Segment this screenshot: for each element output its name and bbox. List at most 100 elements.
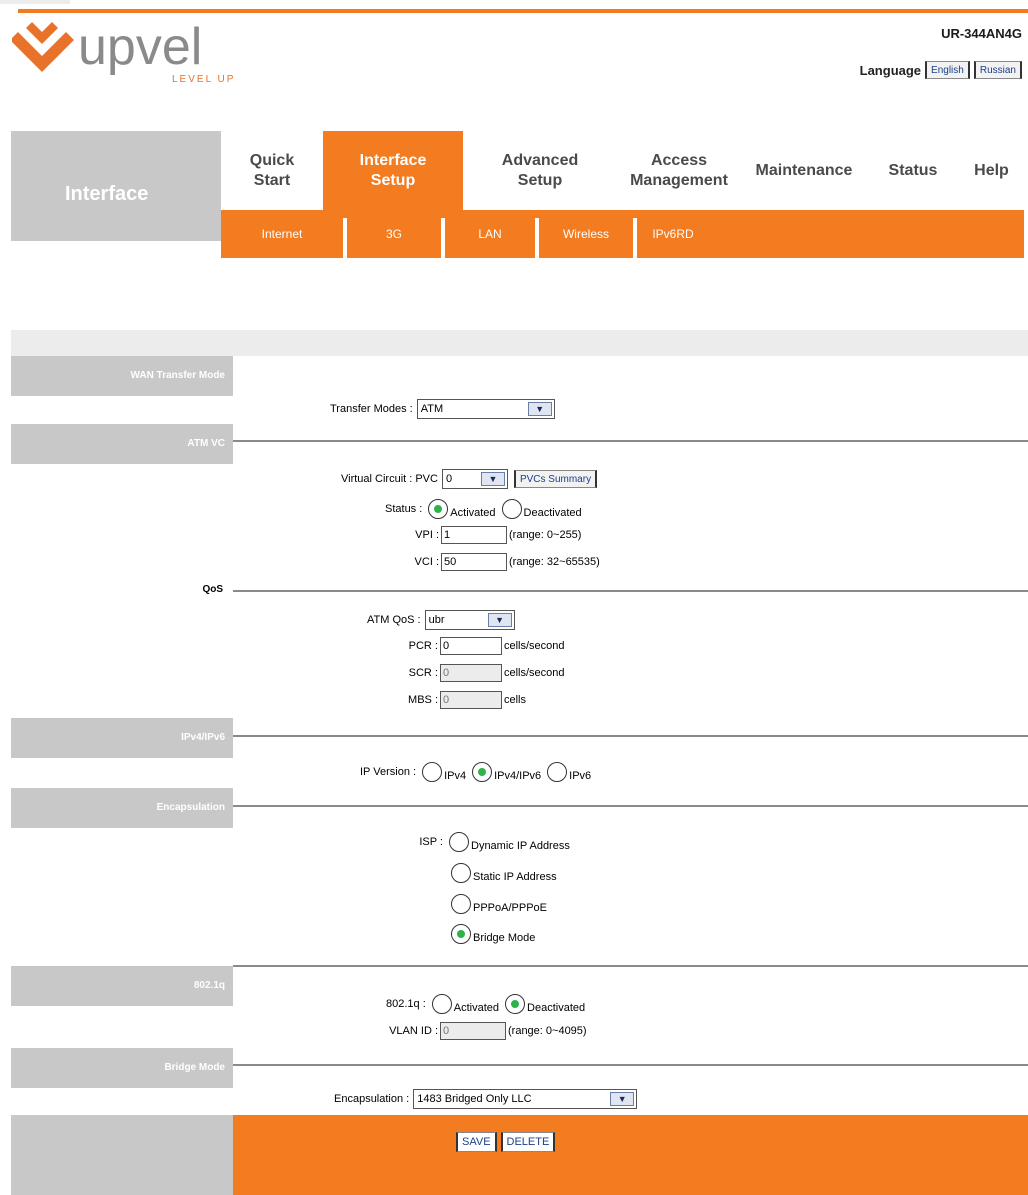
nav-status[interactable]: Status [871,131,955,210]
nav-label-line2: Setup [517,171,563,189]
status-activated-label: Activated [450,507,496,519]
dot1q-activated-label: Activated [453,1002,500,1014]
nav-label-line2: Setup [370,171,416,189]
ip-version-ipv6-label: IPv6 [569,770,592,782]
status-label: Status : [385,503,423,515]
subnav-internet[interactable]: Internet [221,210,343,258]
vpi-hint: (range: 0~255) [509,529,582,541]
scr-unit: cells/second [504,667,565,679]
isp-pppoe-label: PPPoA/PPPoE [473,902,547,914]
pcr-label: PCR : [408,640,438,652]
transfer-mode-label: Transfer Modes : [330,403,413,415]
chevron-down-icon: ▼ [610,1092,635,1106]
nav-label-line1: Help [974,161,1009,179]
encapsulation-label: Encapsulation : [334,1093,410,1105]
vlan-id-input[interactable]: 0 [440,1022,506,1040]
virtual-circuit-select[interactable]: 0 ▼ [441,469,508,489]
ip-version-ipv6-radio[interactable] [547,762,568,782]
isp-row-bridge: Bridge Mode [449,924,535,944]
content-top-bar [11,330,1028,356]
mbs-unit: cells [504,694,527,706]
isp-bridge-radio[interactable] [451,924,471,944]
nav-access-management[interactable]: Access Management [617,131,741,210]
nav-advanced-setup[interactable]: Advanced Setup [463,131,617,210]
chevron-down-icon: ▼ [527,402,552,416]
divider [233,1064,1028,1066]
save-button[interactable]: SAVE [456,1132,497,1152]
nav-interface-setup[interactable]: Interface Setup [323,131,463,210]
vlan-id-row: VLAN ID : 0 (range: 0~4095) [370,1022,587,1040]
subnav-3g[interactable]: 3G [347,210,441,258]
transfer-mode-value: ATM [420,403,444,415]
vci-row: VCI : 50 (range: 32~65535) [399,553,600,571]
section-title: Interface [65,183,149,205]
subnav-lan[interactable]: LAN [445,210,535,258]
nav-label-line1: Interface [359,151,427,169]
dot1q-deactivated-label: Deactivated [527,1002,586,1014]
section-label-atm-vc: ATM VC [187,438,225,449]
scr-label: SCR : [408,667,438,679]
subnav-wireless[interactable]: Wireless [539,210,633,258]
divider [233,440,1028,442]
dot1q-label: 802.1q : [386,998,426,1010]
dot1q-row: 802.1q : Activated Deactivated [386,994,585,1014]
scr-input[interactable]: 0 [440,664,502,682]
top-bar-line [18,9,1028,13]
vpi-label: VPI : [415,529,439,541]
language-russian-button[interactable]: Russian [973,61,1022,79]
model-name: UR-344AN4G [941,26,1022,41]
pcr-input[interactable]: 0 [440,637,502,655]
logo-tagline: LEVEL UP [172,74,235,85]
nav-maintenance[interactable]: Maintenance [737,131,871,210]
atm-qos-label: ATM QoS : [367,614,421,626]
nav-label-line1: Access [650,151,708,169]
status-activated-radio[interactable] [428,499,449,519]
virtual-circuit-row: Virtual Circuit : PVC 0 ▼ PVCs Summary [341,469,598,489]
nav-quick-start[interactable]: Quick Start [221,131,323,210]
vci-input[interactable]: 50 [441,553,507,571]
chevron-down-icon: ▼ [480,472,505,486]
atm-qos-value: ubr [428,614,445,626]
isp-label: ISP : [419,836,443,848]
ip-version-ipv4-radio[interactable] [422,762,443,782]
language-label: Language [859,62,922,78]
vpi-input[interactable]: 1 [441,526,507,544]
section-label-ip: IPv4/IPv6 [181,732,225,743]
section-label-wan: WAN Transfer Mode [130,370,225,381]
ip-version-row: IP Version : IPv4 IPv4/IPv6 IPv6 [360,762,591,782]
nav-label-line2: Start [253,171,291,189]
subnav-ipv6rd[interactable]: IPv6RD [637,210,709,258]
pvcs-summary-button[interactable]: PVCs Summary [513,470,598,488]
vpi-row: VPI : 1 (range: 0~255) [399,526,581,544]
vci-hint: (range: 32~65535) [509,556,600,568]
nav-label-line1: Status [888,161,938,179]
encapsulation-select[interactable]: 1483 Bridged Only LLC ▼ [413,1089,638,1109]
transfer-mode-select[interactable]: ATM ▼ [416,399,555,419]
section-label-8021q: 802.1q [193,980,225,991]
vlan-id-label: VLAN ID : [389,1025,438,1037]
nav-label-line2: Management [630,171,728,189]
dot1q-activated-radio[interactable] [431,994,452,1014]
encapsulation-value: 1483 Bridged Only LLC [417,1093,532,1105]
section-label-qos: QoS [202,584,223,595]
nav-label-line1: Quick [249,151,295,169]
top-bar [0,0,1028,13]
divider [233,965,1028,967]
isp-row-static: Static IP Address [449,863,557,883]
status-row: Status : Activated Deactivated [385,499,582,519]
isp-static-radio[interactable] [451,863,471,883]
delete-button[interactable]: DELETE [500,1132,556,1152]
upvel-logo: upvel LEVEL UP [10,18,242,98]
ip-version-dual-radio[interactable] [472,762,493,782]
logo-text: upvel [78,18,202,76]
isp-pppoe-radio[interactable] [451,894,471,914]
nav-help[interactable]: Help [955,131,1028,210]
dot1q-deactivated-radio[interactable] [505,994,526,1014]
isp-static-label: Static IP Address [473,871,557,883]
language-english-button[interactable]: English [925,61,970,79]
atm-qos-select[interactable]: ubr ▼ [424,610,515,630]
status-deactivated-radio[interactable] [501,499,522,519]
isp-dynamic-radio[interactable] [449,832,469,852]
ip-version-dual-label: IPv4/IPv6 [494,770,542,782]
mbs-input[interactable]: 0 [440,691,502,709]
